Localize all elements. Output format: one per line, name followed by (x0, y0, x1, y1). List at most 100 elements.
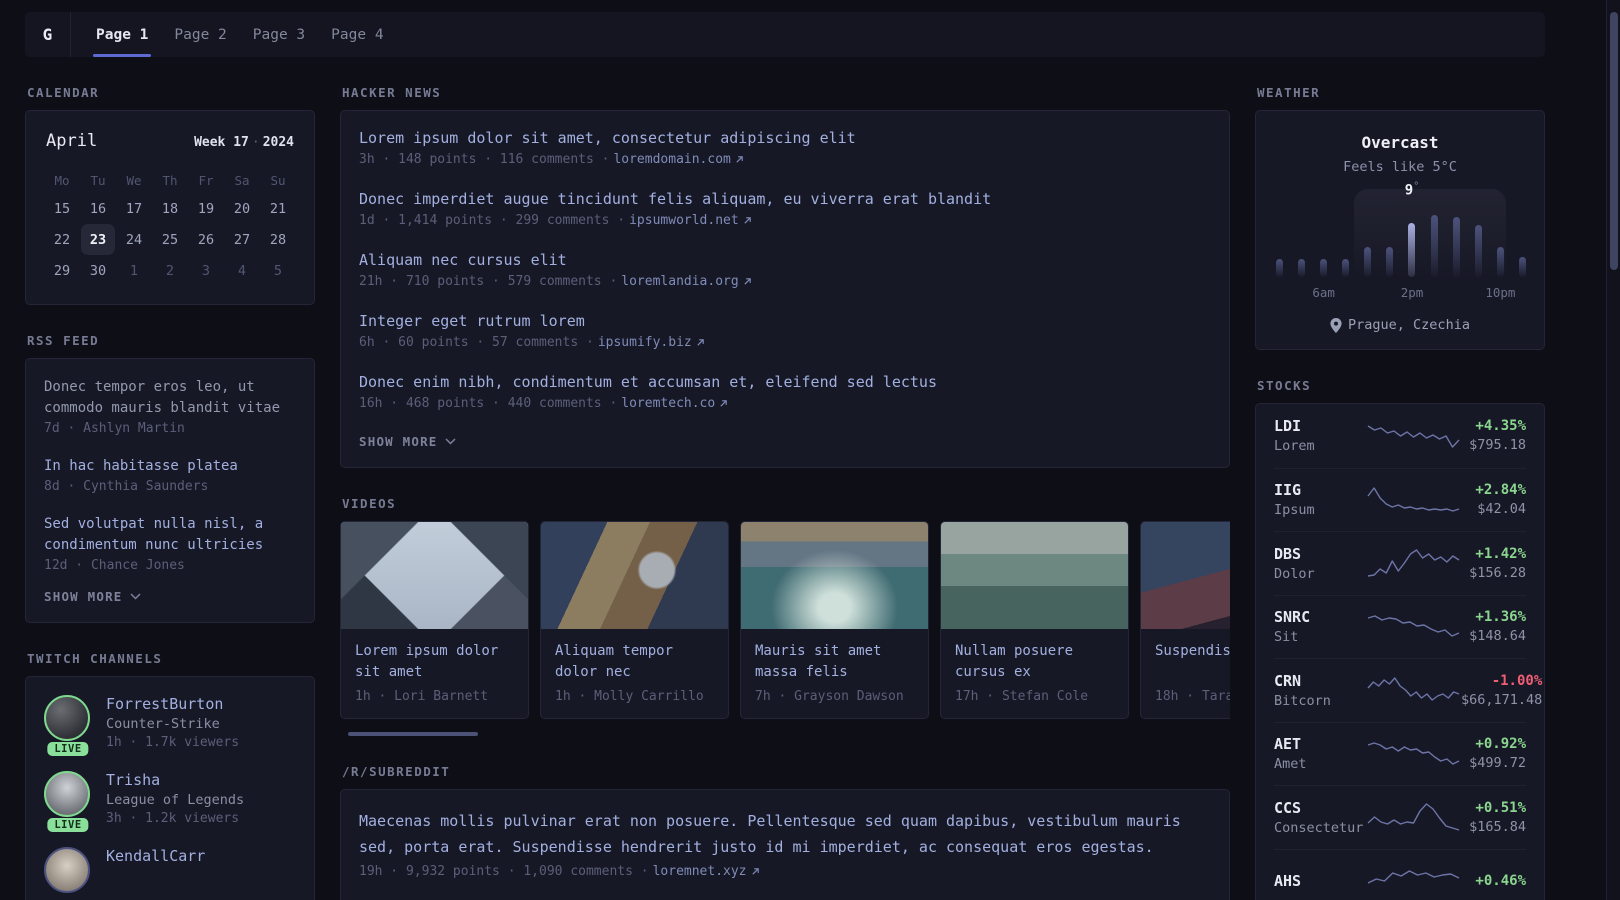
calendar-day: 19 (197, 200, 215, 217)
hn-item-domain-link[interactable]: loremtech.co (621, 396, 728, 411)
weather-bar (1276, 259, 1283, 277)
stock-values: +0.92% $499.72 (1461, 736, 1526, 771)
hn-item-title[interactable]: Integer eget rutrum lorem (359, 312, 1211, 330)
hn-show-more-button[interactable]: SHOW MORE (359, 434, 1211, 449)
calendar-day: 2 (165, 262, 175, 279)
video-thumbnail (541, 522, 728, 629)
stock-row[interactable]: AET Amet +0.92% $499.72 (1274, 721, 1526, 786)
weather-section-label: WEATHER (1257, 85, 1321, 100)
calendar-weekday: Sa (234, 172, 250, 188)
app-logo[interactable]: G (25, 12, 71, 57)
subreddit-post-title[interactable]: Maecenas mollis pulvinar erat non posuer… (359, 808, 1211, 860)
tab-page-1[interactable]: Page 1 (83, 12, 161, 57)
twitch-channel-row[interactable]: LIVE Trisha League of Legends 3h · 1.2k vie… (44, 771, 296, 832)
video-info: Lorem ipsum dolor sit amet consectetu… 1h… (341, 629, 528, 718)
stock-row[interactable]: SNRC Sit +1.36% $148.64 (1274, 594, 1526, 659)
hn-item-domain-link[interactable]: loremdomain.com (613, 152, 743, 167)
twitch-widget: LIVE ForrestBurton Counter-Strike 1h · 1.7k… (25, 676, 315, 900)
degree-symbol: ° (1413, 181, 1420, 192)
video-meta: 17h · Stefan Cole (955, 689, 1089, 704)
rss-item-meta: 7d · Ashlyn Martin (44, 421, 185, 436)
stock-row[interactable]: DBS Dolor +1.42% $156.28 (1274, 531, 1526, 595)
video-title[interactable]: Aliquam tempor dolor nec pharetra… (555, 641, 714, 683)
hn-item-domain-link[interactable]: ipsumworld.net (629, 213, 752, 228)
stock-symbol: CCS (1274, 798, 1302, 817)
weather-bar (1342, 259, 1350, 277)
peak-temperature-label: 9° (1404, 181, 1420, 199)
external-link-icon (736, 156, 743, 163)
video-info: Nullam posuere cursus ex 17h · Stefan Col… (941, 629, 1128, 718)
twitch-channel-name[interactable]: Trisha (106, 771, 244, 789)
video-card[interactable]: Nullam posuere cursus ex 17h · Stefan Col… (940, 521, 1129, 719)
calendar-year: 2024 (262, 135, 294, 150)
page-scrollbar-thumb[interactable] (1610, 12, 1618, 270)
rss-item-title[interactable]: In hac habitasse platea (44, 456, 296, 477)
calendar-day: 26 (197, 231, 215, 248)
video-title[interactable]: Nullam posuere cursus ex (955, 641, 1114, 683)
video-meta: 1h · Lori Barnett (355, 689, 489, 704)
hn-item-domain-link[interactable]: loremlandia.org (621, 274, 751, 289)
stock-price: $795.18 (1469, 437, 1526, 454)
hn-item-meta: 6h · 60 points · 57 comments · ipsumify.b… (359, 335, 1211, 350)
video-card[interactable]: Suspendisse diam 18h · Tara (1140, 521, 1230, 719)
hn-item-domain-link[interactable]: ipsumify.biz (598, 335, 705, 350)
page-scrollbar-track[interactable] (1606, 0, 1620, 900)
video-card[interactable]: Mauris sit amet massa felis 7h · Grayson … (740, 521, 929, 719)
tab-page-2[interactable]: Page 2 (161, 12, 239, 57)
video-card[interactable]: Lorem ipsum dolor sit amet consectetu… 1h… (340, 521, 529, 719)
stock-name: Amet (1274, 756, 1307, 773)
calendar-day: 24 (125, 231, 143, 248)
rss-item-title[interactable]: Sed volutpat nulla nisl, a condimentum n… (44, 514, 296, 556)
calendar-day: 17 (125, 200, 143, 217)
rss-item-title[interactable]: Donec tempor eros leo, ut commodo mauris… (44, 377, 296, 419)
hacker-news-list: Lorem ipsum dolor sit amet, consectetur … (359, 129, 1211, 411)
hn-item-title[interactable]: Lorem ipsum dolor sit amet, consectetur … (359, 129, 1211, 147)
twitch-channel-name[interactable]: KendallCarr (106, 847, 205, 865)
calendar-day: 4 (237, 262, 247, 279)
videos-scrollbar-thumb[interactable] (348, 732, 478, 736)
stock-symbol: DBS (1274, 544, 1302, 563)
subreddit-post-domain-link[interactable]: loremnet.xyz (653, 864, 760, 879)
stock-row[interactable]: CRN Bitcorn -1.00% $66,171.48 (1274, 658, 1542, 722)
video-title[interactable]: Suspendisse diam (1155, 641, 1230, 683)
stock-sparkline-chart (1367, 549, 1460, 577)
calendar-day: 5 (273, 262, 283, 279)
calendar-day: 28 (269, 231, 287, 248)
hn-item-meta: 3h · 148 points · 116 comments · loremdom… (359, 152, 1211, 167)
hn-item-stats: 21h · 710 points · 579 comments · (359, 274, 618, 289)
calendar-month: April (46, 131, 98, 151)
stock-price: $499.72 (1469, 755, 1526, 772)
weather-bar-chart: 9° (1276, 181, 1526, 277)
video-title[interactable]: Lorem ipsum dolor sit amet consectetu… (355, 641, 514, 683)
hacker-news-item: Lorem ipsum dolor sit amet, consectetur … (359, 129, 1211, 167)
stock-row[interactable]: CCS Consectetur +0.51% $165.84 (1274, 785, 1526, 849)
stock-row[interactable]: AHS +0.46% (1274, 848, 1526, 900)
video-thumbnail (1141, 522, 1230, 629)
video-card[interactable]: Aliquam tempor dolor nec pharetra… 1h · M… (540, 521, 729, 719)
tab-page-3[interactable]: Page 3 (240, 12, 318, 57)
stock-id: CCS Consectetur (1274, 799, 1366, 836)
video-meta: 7h · Grayson Dawson (755, 689, 904, 704)
weather-bar (1474, 225, 1482, 277)
calendar-day: 27 (233, 231, 251, 248)
calendar-weekday: Fr (198, 172, 214, 188)
weather-bar (1298, 259, 1306, 277)
twitch-channel-row[interactable]: LIVE ForrestBurton Counter-Strike 1h · 1.7k… (44, 695, 296, 756)
video-title[interactable]: Mauris sit amet massa felis (755, 641, 914, 683)
twitch-channel-name[interactable]: ForrestBurton (106, 695, 239, 713)
twitch-channel-info: KendallCarr (106, 847, 205, 893)
stock-id: SNRC Sit (1274, 608, 1366, 645)
weather-widget: Overcast Feels like 5°C 9° 6am 2pm 10pm Pr… (1255, 110, 1545, 350)
tab-page-4[interactable]: Page 4 (318, 12, 396, 57)
stock-row[interactable]: LDI Lorem +4.35% $795.18 (1274, 404, 1526, 468)
stock-id: IIG Ipsum (1274, 481, 1366, 518)
hn-item-title[interactable]: Donec enim nibh, condimentum et accumsan… (359, 373, 1211, 391)
twitch-channel-row[interactable]: KendallCarr (44, 847, 296, 893)
hn-item-title[interactable]: Aliquam nec cursus elit (359, 251, 1211, 269)
stock-price: $148.64 (1469, 628, 1526, 645)
rss-show-more-button[interactable]: SHOW MORE (44, 589, 296, 604)
videos-section-label: VIDEOS (342, 496, 397, 511)
hn-item-title[interactable]: Donec imperdiet augue tincidunt felis al… (359, 190, 1211, 208)
stock-row[interactable]: IIG Ipsum +2.84% $42.04 (1274, 467, 1526, 532)
top-nav: G Page 1 Page 2 Page 3 Page 4 (25, 12, 1545, 57)
